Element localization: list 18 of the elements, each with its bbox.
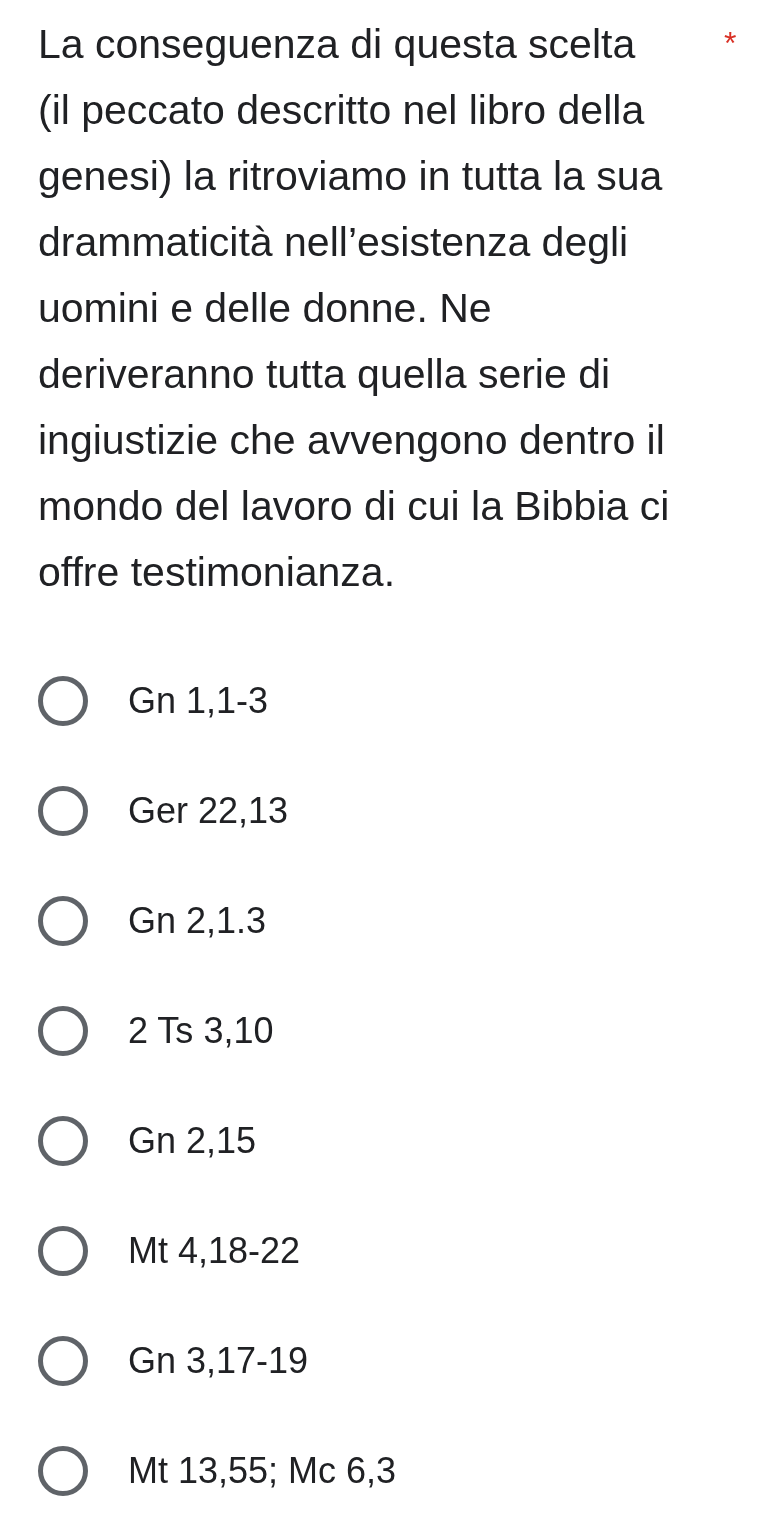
radio-button[interactable]: [38, 1116, 88, 1166]
option-label[interactable]: Gn 3,17-19: [128, 1339, 309, 1383]
option-label[interactable]: 2 Ts 3,10: [128, 1009, 274, 1053]
radio-button[interactable]: [38, 1446, 88, 1496]
required-asterisk: *: [724, 25, 737, 61]
radio-button[interactable]: [38, 1226, 88, 1276]
question-text: La conseguenza di questa scelta (il peccato descritto nel libro della genesi) la ritroviamo in tutta la sua drammaticità nell’esistenza degli uomini e delle donne. Ne deriveranno tutta quella serie di ingiustizie che avvengono dentro il mondo del lavoro di cui la Bibbia ci offre testimonianza.: [38, 20, 671, 597]
radio-button[interactable]: [38, 896, 88, 946]
option-label[interactable]: Gn 1,1-3: [128, 679, 269, 723]
option-label[interactable]: Ger 22,13: [128, 789, 289, 833]
radio-button[interactable]: [38, 676, 88, 726]
option-label[interactable]: Mt 4,18-22: [128, 1229, 301, 1273]
radio-button[interactable]: [38, 786, 88, 836]
option-label[interactable]: Mt 13,55; Mc 6,3: [128, 1449, 397, 1493]
option-label[interactable]: Gn 2,15: [128, 1119, 257, 1163]
radio-button[interactable]: [38, 1006, 88, 1056]
option-label[interactable]: Gn 2,1.3: [128, 899, 267, 943]
radio-button[interactable]: [38, 1336, 88, 1386]
